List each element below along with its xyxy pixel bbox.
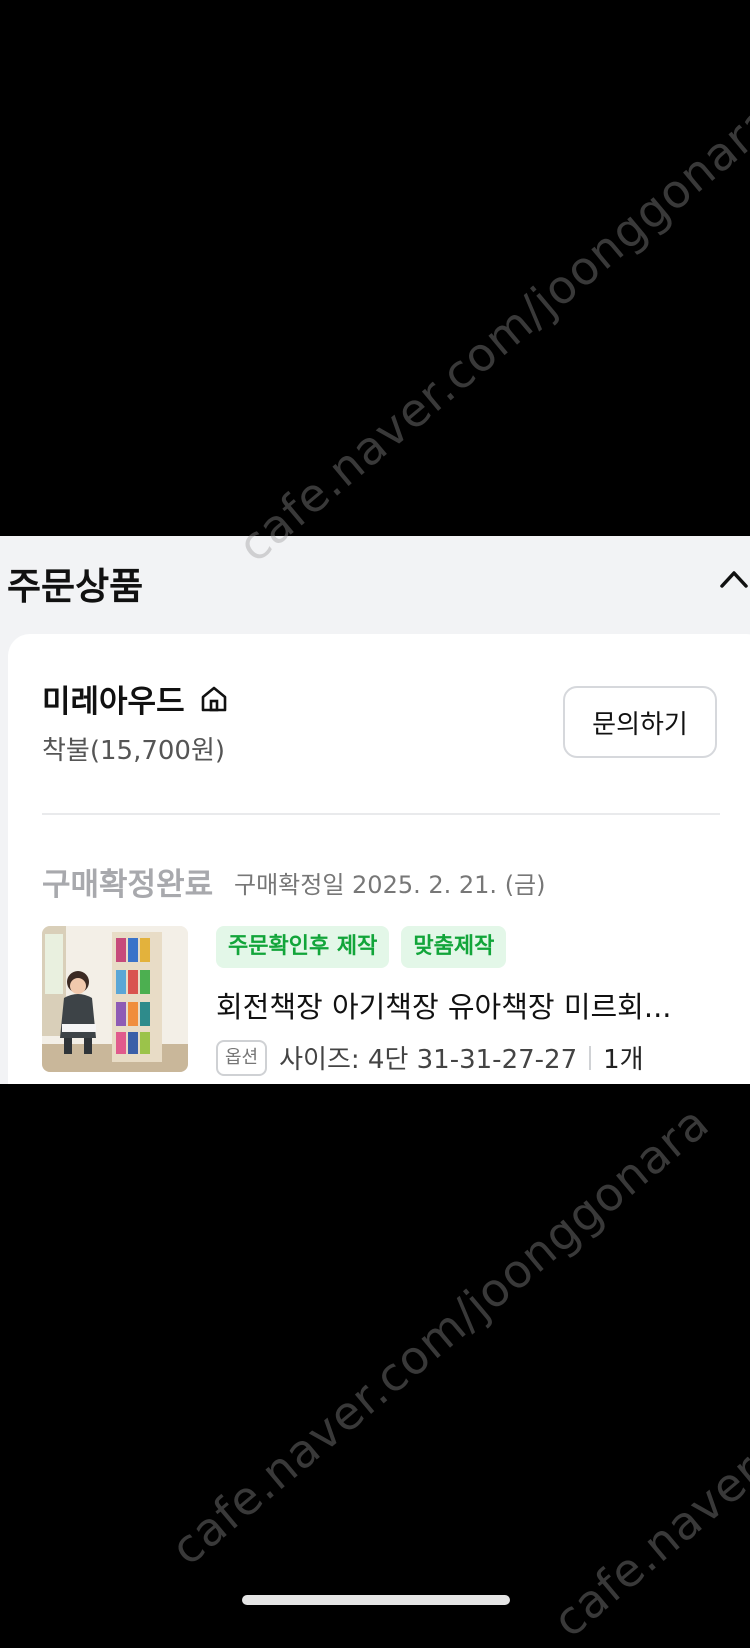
option-chip: 옵션 [216,1039,268,1076]
inquiry-button[interactable]: 문의하기 [563,686,717,758]
order-items-panel: 주문상품 미레아우드 착불(15,700원) 문의하기 구매확정완료 구매확정일… [0,536,750,1084]
home-indicator[interactable] [242,1595,510,1605]
divider [42,813,720,815]
product-name[interactable]: 회전책장 아기책장 유아책장 미르회... [216,984,696,1026]
quantity: 1개 [603,1045,644,1075]
tag-custom-made: 맞춤제작 [401,926,507,968]
confirm-date: 구매확정일 2025. 2. 21. (금) [234,871,546,899]
product-tags: 주문확인후 제작 맞춤제작 [216,926,507,968]
order-status: 구매확정완료 [42,867,214,903]
section-title: 주문상품 [7,565,144,608]
watermark: cafe.naver.com/joonggonara [160,1094,720,1576]
watermark: cafe.naver.com/joonggonara [227,91,750,573]
product-thumbnail[interactable] [42,926,188,1072]
product-option: 옵션 사이즈: 4단 31-31-27-27 1개 [216,1039,644,1076]
watermark: cafe.naver.com/joonggonara [542,1166,750,1648]
option-value: 사이즈: 4단 31-31-27-27 [279,1045,578,1075]
product-image [42,926,188,1072]
home-icon[interactable] [198,683,230,715]
seller-name[interactable]: 미레아우드 [42,676,185,721]
shipping-fee: 착불(15,700원) [42,736,226,766]
order-card: 미레아우드 착불(15,700원) 문의하기 구매확정완료 구매확정일 2025… [8,634,750,1084]
tag-made-after-confirm: 주문확인후 제작 [216,926,390,968]
chevron-up-icon[interactable] [718,564,750,594]
section-header[interactable]: 주문상품 [0,536,750,632]
option-separator [589,1045,592,1070]
